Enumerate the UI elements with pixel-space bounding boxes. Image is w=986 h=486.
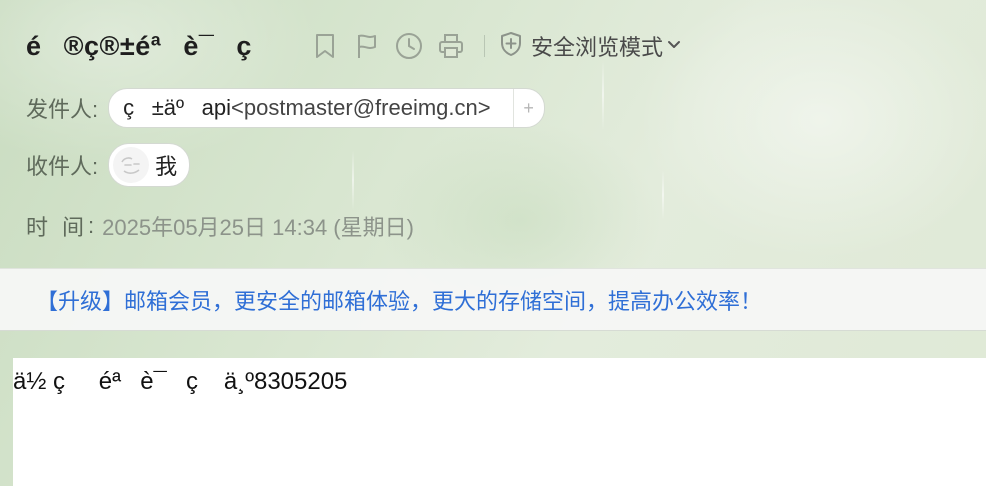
mail-subject: é®ç®±éªè¯ç  bbox=[26, 30, 282, 61]
mail-body-text: ä½ çéªè¯ç ä¸º8305205 bbox=[13, 368, 348, 395]
from-row: 发件人: ç±äºapi <postmaster@freeimg.cn> + bbox=[26, 88, 545, 128]
chevron-down-icon bbox=[667, 37, 681, 55]
background-streak bbox=[352, 150, 354, 210]
from-label: 发件人: bbox=[26, 97, 99, 122]
safe-browsing-label: 安全浏览模式 bbox=[531, 35, 664, 60]
mail-body: ä½ çéªè¯ç ä¸º8305205 bbox=[13, 358, 986, 486]
sender-name: ç±äºapi bbox=[123, 95, 232, 120]
header-row: é®ç®±éªè¯ç  bbox=[26, 26, 681, 66]
avatar bbox=[113, 147, 150, 183]
sender-chip[interactable]: ç±äºapi <postmaster@freeimg.cn> + bbox=[108, 88, 545, 128]
flag-icon[interactable] bbox=[352, 31, 382, 61]
recipient-name: 我 bbox=[155, 154, 178, 179]
upgrade-banner: 【升级】邮箱会员，更安全的邮箱体验，更大的存储空间，提高办公效率！ bbox=[0, 268, 986, 331]
upgrade-link[interactable]: 【升级】邮箱会员，更安全的邮箱体验，更大的存储空间，提高办公效率！ bbox=[36, 284, 762, 316]
print-icon[interactable] bbox=[436, 31, 466, 61]
time-colon: : bbox=[88, 213, 95, 238]
to-label: 收件人: bbox=[26, 154, 99, 179]
mail-toolbar: 安全浏览模式 bbox=[310, 30, 681, 62]
recipient-chip[interactable]: 我 bbox=[108, 143, 191, 187]
to-row: 收件人: 我 bbox=[26, 143, 191, 187]
time-row: 时间 : 2025年05月25日 14:34 (星期日) bbox=[26, 210, 414, 242]
add-contact-button[interactable]: + bbox=[512, 89, 544, 127]
toolbar-divider bbox=[484, 35, 485, 57]
safe-browsing-dropdown[interactable]: 安全浏览模式 bbox=[499, 30, 681, 62]
sent-time: 2025年05月25日 14:34 (星期日) bbox=[102, 215, 414, 240]
sender-address: <postmaster@freeimg.cn> bbox=[231, 95, 491, 120]
background-streak bbox=[662, 170, 664, 220]
clock-icon[interactable] bbox=[394, 31, 424, 61]
background-streak bbox=[602, 60, 604, 130]
shield-icon bbox=[499, 31, 523, 62]
bookmark-icon[interactable] bbox=[310, 31, 340, 61]
